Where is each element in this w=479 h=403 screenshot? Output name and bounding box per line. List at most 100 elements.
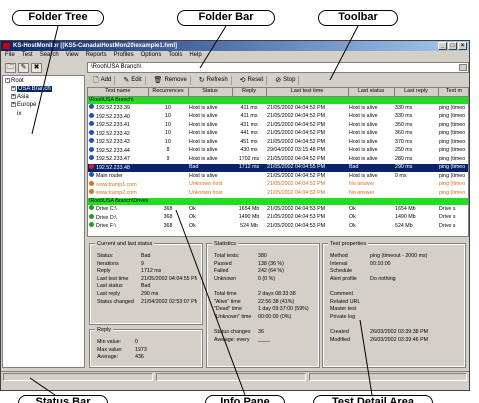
maximize-button[interactable]: □ <box>448 42 457 50</box>
table-row[interactable]: 192.52.233.48 Bad 1712 ms 21/05/2002 04:04:… <box>88 163 468 172</box>
info-key: Related URL <box>330 298 361 305</box>
cell-text: 368 <box>163 222 173 229</box>
table-row[interactable]: Main router Host is alive 21/05/2002 04:04… <box>88 172 468 181</box>
status-icon <box>89 155 94 160</box>
info-value: 26/03/2002 03:39:46 PM <box>370 336 429 343</box>
cell-method <box>438 197 468 206</box>
info-key: Reply <box>97 268 111 275</box>
column-header[interactable]: Status <box>188 88 233 97</box>
column-header[interactable]: Last reply <box>394 88 439 97</box>
cell-last_status: Host is alive <box>348 130 394 139</box>
expander-icon[interactable]: + <box>11 86 16 91</box>
menu-view[interactable]: View <box>66 51 79 60</box>
cell-last_status: Host is alive <box>348 172 394 181</box>
cell-rec <box>148 163 188 172</box>
minimize-button[interactable]: _ <box>438 42 447 50</box>
menu-help[interactable]: Help <box>189 51 201 60</box>
cell-status <box>188 96 232 104</box>
cell-last_reply: 360 ms <box>394 130 438 139</box>
tree-item[interactable]: - Root <box>5 77 82 85</box>
new-folder-icon[interactable]: 🗀 <box>5 63 16 73</box>
cell-text: Host is alive <box>189 138 218 145</box>
table-row[interactable]: Drive D:\ 368 Ok 1490 Mb 21/05/2002 04:04:53… <box>88 213 468 223</box>
cell-last_reply: 280 ms <box>394 155 438 164</box>
cell-text: 441 ms <box>240 130 258 136</box>
folder-bar[interactable]: \Root\USA Branch\ <box>87 62 469 73</box>
edit-folder-icon[interactable]: ✎ <box>18 63 29 73</box>
info-key: Status changes <box>214 328 251 335</box>
info-value: 36 <box>258 328 264 335</box>
stop-button[interactable]: ⊘ Stop <box>272 76 300 85</box>
menu-tools[interactable]: Tools <box>168 51 182 60</box>
folder-row[interactable]: \Root\USA Branch\Drives\ <box>88 197 468 206</box>
column-header[interactable]: Recurrences <box>148 88 189 97</box>
cell-time: 21/05/2002 04:04:52 PM <box>266 172 348 181</box>
remove-button[interactable]: 🗑 Remove <box>151 76 191 85</box>
cell-reply: 411 ms <box>232 104 266 113</box>
table-row[interactable]: 192.52.233.47 9 Host is alive 1702 ms 21/05/… <box>88 155 468 164</box>
cell-text: Bad <box>349 164 359 170</box>
info-value: 436 <box>135 354 144 361</box>
statistics-panel: Statistics Total tests: 380 Passed 138 (36 … <box>206 241 320 368</box>
expander-icon[interactable]: + <box>11 102 16 107</box>
menu-file[interactable]: File <box>5 51 15 60</box>
info-key: Private log <box>330 313 356 320</box>
folder-row[interactable]: \Root\USA Branch\ <box>88 96 468 104</box>
cell-rec: 10 <box>148 104 188 113</box>
menu-bar: File Test Search View Reports Profiles Options… <box>1 51 469 60</box>
cell-text: ping (timeo <box>439 181 466 187</box>
table-row[interactable]: 192.52.233.42 10 Host is alive 441 ms 21/05/… <box>88 129 468 139</box>
column-header[interactable]: Last status <box>348 88 395 97</box>
info-value: 138 (36 %) <box>258 260 284 267</box>
menu-options[interactable]: Options <box>141 51 162 60</box>
cell-text: 29/04/2002 03:15:48 PM <box>267 147 326 153</box>
cell-status: Host is alive <box>188 172 232 181</box>
column-header[interactable]: Last test time <box>266 88 349 97</box>
add-button[interactable]: 🗋 Add <box>90 76 116 85</box>
close-button[interactable]: × <box>458 42 467 50</box>
table-row[interactable]: 192.52.233.39 10 Host is alive 411 ms 21/05/… <box>88 104 468 113</box>
cell-text: Host is alive <box>189 172 218 179</box>
tree-item[interactable]: + Europe <box>5 101 82 109</box>
cell-text: Drive D:\ <box>96 214 117 221</box>
tree-item[interactable]: ix <box>5 109 82 117</box>
info-row: "Dead" time 1 day 09:37:00 (59%) <box>214 306 314 314</box>
cell-last_status: Ok <box>348 222 394 231</box>
menu-test[interactable]: Test <box>22 51 33 60</box>
menu-search[interactable]: Search <box>40 51 59 60</box>
edit-button[interactable]: ✎ Edit <box>120 76 146 85</box>
column-header[interactable]: Test m <box>438 88 468 97</box>
table-row[interactable]: 192.52.233.43 10 Host is alive 451 ms 21/05/… <box>88 138 468 147</box>
column-header[interactable]: Reply <box>232 88 267 97</box>
menu-reports[interactable]: Reports <box>86 51 107 60</box>
cell-method: ping (timeo <box>438 172 468 181</box>
cell-name: 192.52.233.39 <box>88 104 148 113</box>
cell-time: 21/05/2002 04:04:53 PM <box>266 222 348 231</box>
tree-item[interactable]: + Asia <box>5 93 82 101</box>
table-row[interactable]: 192.52.233.40 10 Host is alive 411 ms 21/05/… <box>88 112 468 122</box>
reset-button[interactable]: ⟲ Reset <box>237 76 268 85</box>
tree-item[interactable]: + USA Branch <box>5 85 82 93</box>
cell-text: 524 Mb <box>395 222 413 229</box>
cell-text: 290 ms <box>395 164 413 170</box>
table-row[interactable]: www.tramp2.com Unknown host 21/05/2002 04:… <box>88 189 468 198</box>
cell-time: 21/05/2002 04:04:52 PM <box>266 189 348 198</box>
expander-icon[interactable]: - <box>5 78 10 83</box>
table-row[interactable]: www.tramp1.com Unknown host 21/05/2002 04:… <box>88 180 468 190</box>
cell-text: 21/05/2002 04:04:52 PM <box>267 189 326 196</box>
column-header[interactable]: Test name <box>88 88 149 97</box>
table-row[interactable]: 192.52.233.44 8 Host is alive 430 ms 29/04/2… <box>88 146 468 156</box>
table-row[interactable]: Drive C:\ 368 Ok 1654 Mb 21/05/2002 04:04:53… <box>88 205 468 214</box>
info-key: Average: every <box>214 336 250 343</box>
cell-rec: 368 <box>148 205 188 214</box>
folder-go-button[interactable] <box>459 64 467 71</box>
menu-profiles[interactable]: Profiles <box>114 51 134 60</box>
status-icon <box>89 213 94 219</box>
table-row[interactable]: 192.52.233.41 10 Host is alive 431 ms 21/05/… <box>88 121 468 130</box>
refresh-button[interactable]: ↻ Refresh <box>196 76 232 85</box>
tree-item-label: Europe <box>17 102 37 108</box>
expander-icon[interactable]: + <box>11 94 16 99</box>
delete-folder-icon[interactable]: ✖ <box>31 63 42 73</box>
cell-last_reply: 290 ms <box>394 163 438 172</box>
table-row[interactable]: Drive F:\ 368 Ok 524 Mb 21/05/2002 04:04:53 … <box>88 222 468 231</box>
